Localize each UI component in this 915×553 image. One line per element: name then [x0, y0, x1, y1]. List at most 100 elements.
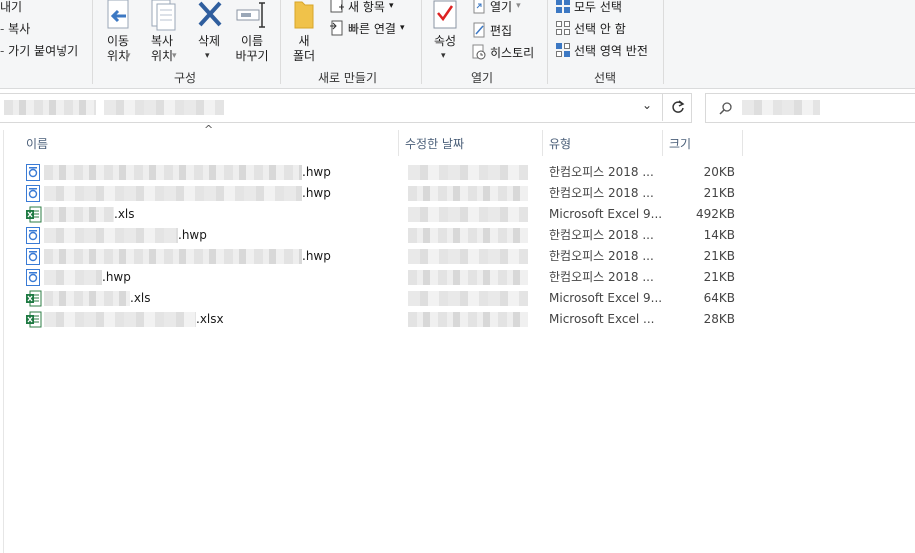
address-path-redacted [104, 100, 224, 115]
edit-icon [471, 22, 487, 38]
column-header-name[interactable]: 이름 [26, 132, 48, 156]
file-type: 한컴오피스 2018 ... [549, 165, 654, 179]
file-size: 14KB [703, 228, 735, 242]
rename-button[interactable]: 이름 바꾸기 [232, 0, 272, 66]
open-label: 열기 [490, 0, 513, 14]
clipboard-copy-path-item[interactable]: - 복사 [0, 20, 30, 37]
column-divider[interactable] [398, 130, 399, 156]
history-icon [471, 44, 487, 60]
modified-date-redacted [408, 165, 528, 180]
file-type: Microsoft Excel 9... [549, 291, 663, 305]
easy-access-label: 빠른 연결 [348, 21, 396, 36]
select-none-label: 선택 안 함 [574, 21, 626, 36]
search-box[interactable] [705, 93, 915, 123]
excel-icon [26, 311, 42, 328]
column-divider[interactable] [662, 130, 663, 156]
file-extension: .xls [130, 291, 151, 305]
easy-access-button[interactable]: 빠른 연결 ▾ [329, 18, 405, 38]
file-extension: .hwp [302, 165, 331, 179]
column-header-size[interactable]: 크기 [669, 132, 691, 156]
open-dropdown-icon: ▾ [516, 1, 521, 11]
invert-selection-button[interactable]: 선택 영역 반전 [555, 40, 648, 60]
copy-path-label: 복사 [8, 22, 31, 36]
new-folder-label: 새 폴더 [292, 34, 316, 63]
address-bar[interactable]: ⌄ [0, 93, 692, 123]
file-name-redacted [44, 228, 178, 243]
file-type: 한컴오피스 2018 ... [549, 249, 654, 263]
hwp-icon [26, 269, 40, 286]
modified-date-redacted [408, 270, 528, 285]
search-text-redacted [742, 100, 820, 115]
column-header-date[interactable]: 수정한 날짜 [405, 132, 464, 156]
delete-dropdown-icon: ▾ [205, 51, 210, 61]
file-row[interactable]: .hwp 한컴오피스 2018 ... 20KB [0, 162, 915, 183]
select-none-button[interactable]: 선택 안 함 [555, 18, 626, 38]
file-type: 한컴오피스 2018 ... [549, 270, 654, 284]
properties-icon [433, 0, 457, 29]
file-extension: .hwp [102, 270, 131, 284]
open-button[interactable]: 열기 ▾ [471, 0, 521, 16]
copy-to-dropdown-icon: ▾ [172, 51, 177, 61]
hwp-icon [26, 164, 40, 181]
modified-date-redacted [408, 249, 528, 264]
folder-icon [294, 1, 314, 29]
column-header-type[interactable]: 유형 [549, 132, 571, 156]
new-folder-button[interactable]: 새 폴더 [288, 0, 320, 66]
open-icon [471, 0, 487, 14]
new-group-label: 새로 만들기 [318, 71, 378, 85]
copy-to-icon [151, 0, 176, 31]
file-extension: .hwp [302, 249, 331, 263]
file-row[interactable]: .hwp 한컴오피스 2018 ... 14KB [0, 225, 915, 246]
sort-ascending-icon: ^ [204, 123, 214, 136]
file-name-redacted [44, 186, 302, 201]
file-type: Microsoft Excel 9... [549, 207, 663, 221]
delete-icon [198, 1, 222, 27]
file-row[interactable]: .hwp 한컴오피스 2018 ... 21KB [0, 183, 915, 204]
select-none-icon [555, 20, 571, 36]
file-row[interactable]: .xlsx Microsoft Excel ... 28KB [0, 309, 915, 330]
column-divider[interactable] [542, 130, 543, 156]
file-extension: .hwp [178, 228, 207, 242]
select-all-icon [555, 0, 571, 14]
history-button[interactable]: 히스토리 [471, 42, 534, 62]
file-name-redacted [44, 312, 196, 327]
ribbon-separator [92, 0, 93, 84]
file-row[interactable]: .hwp 한컴오피스 2018 ... 21KB [0, 246, 915, 267]
search-icon [719, 102, 732, 115]
move-to-button[interactable]: 이동 위치 ▾ [98, 0, 138, 66]
delete-button[interactable]: 삭제 ▾ [192, 0, 226, 66]
clipboard-cut-item[interactable]: 내기 [0, 0, 22, 15]
file-extension: .hwp [302, 186, 331, 200]
easy-access-dropdown-icon: ▾ [399, 23, 405, 33]
refresh-button[interactable] [662, 93, 692, 121]
file-extension: .xlsx [196, 312, 224, 326]
hwp-icon [26, 248, 40, 265]
file-row[interactable]: .xls Microsoft Excel 9... 492KB [0, 204, 915, 225]
file-size: 28KB [703, 312, 735, 326]
properties-label: 속성 [433, 34, 457, 48]
file-name-redacted [44, 207, 114, 222]
select-group-label: 선택 [594, 71, 617, 85]
edit-button[interactable]: 편집 [471, 20, 512, 40]
cut-label: 내기 [0, 0, 23, 14]
file-row[interactable]: .xls Microsoft Excel 9... 64KB [0, 288, 915, 309]
new-item-button[interactable]: 새 항목 ▾ [329, 0, 393, 16]
ribbon-separator [421, 0, 422, 84]
ribbon-separator [663, 0, 664, 84]
modified-date-redacted [408, 228, 528, 243]
clipboard-paste-shortcut-item[interactable]: - 가기 붙여넣기 [0, 42, 78, 59]
invert-selection-icon [555, 42, 571, 58]
file-extension: .xls [114, 207, 135, 221]
properties-button[interactable]: 속성 ▾ [428, 0, 462, 66]
copy-to-button[interactable]: 복사 위치 ▾ [142, 0, 182, 66]
column-divider[interactable] [742, 130, 743, 156]
delete-label: 삭제 [197, 34, 221, 48]
refresh-icon [672, 100, 685, 113]
file-row[interactable]: .hwp 한컴오피스 2018 ... 21KB [0, 267, 915, 288]
organize-group-label: 구성 [174, 71, 197, 85]
ribbon: 내기 - 복사 - 가기 붙여넣기 이동 위치 ▾ 복사 위치 ▾ 삭제 ▾ 이… [0, 0, 915, 89]
select-all-button[interactable]: 모두 선택 [555, 0, 622, 16]
file-name-redacted [44, 249, 302, 264]
address-history-chevron-icon[interactable]: ⌄ [642, 98, 652, 112]
file-type: 한컴오피스 2018 ... [549, 186, 654, 200]
